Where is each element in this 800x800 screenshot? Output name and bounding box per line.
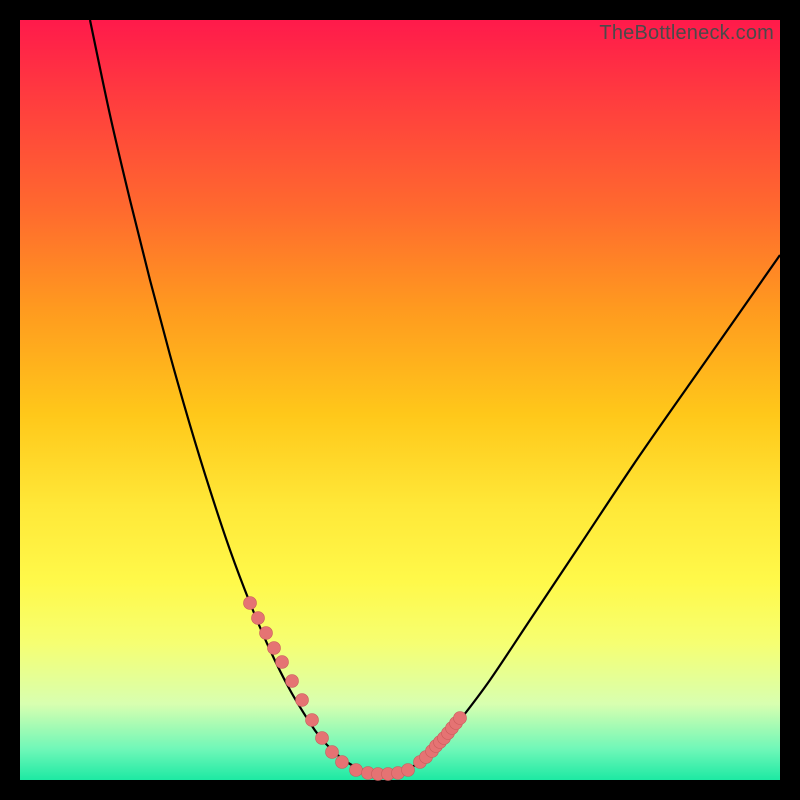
curve-svg [20,20,780,780]
curve-marker [296,694,309,707]
curve-marker [454,712,467,725]
bottleneck-curve [90,20,780,774]
curve-marker [336,756,349,769]
curve-marker [316,732,329,745]
curve-marker [402,764,415,777]
curve-marker [260,627,273,640]
curve-marker [326,746,339,759]
curve-marker [268,642,281,655]
curve-marker [306,714,319,727]
chart-frame: TheBottleneck.com [20,20,780,780]
curve-marker [286,675,299,688]
curve-marker [244,597,257,610]
curve-marker [252,612,265,625]
curve-markers [244,597,467,781]
plot-area: TheBottleneck.com [20,20,780,780]
curve-marker [350,764,363,777]
curve-marker [276,656,289,669]
